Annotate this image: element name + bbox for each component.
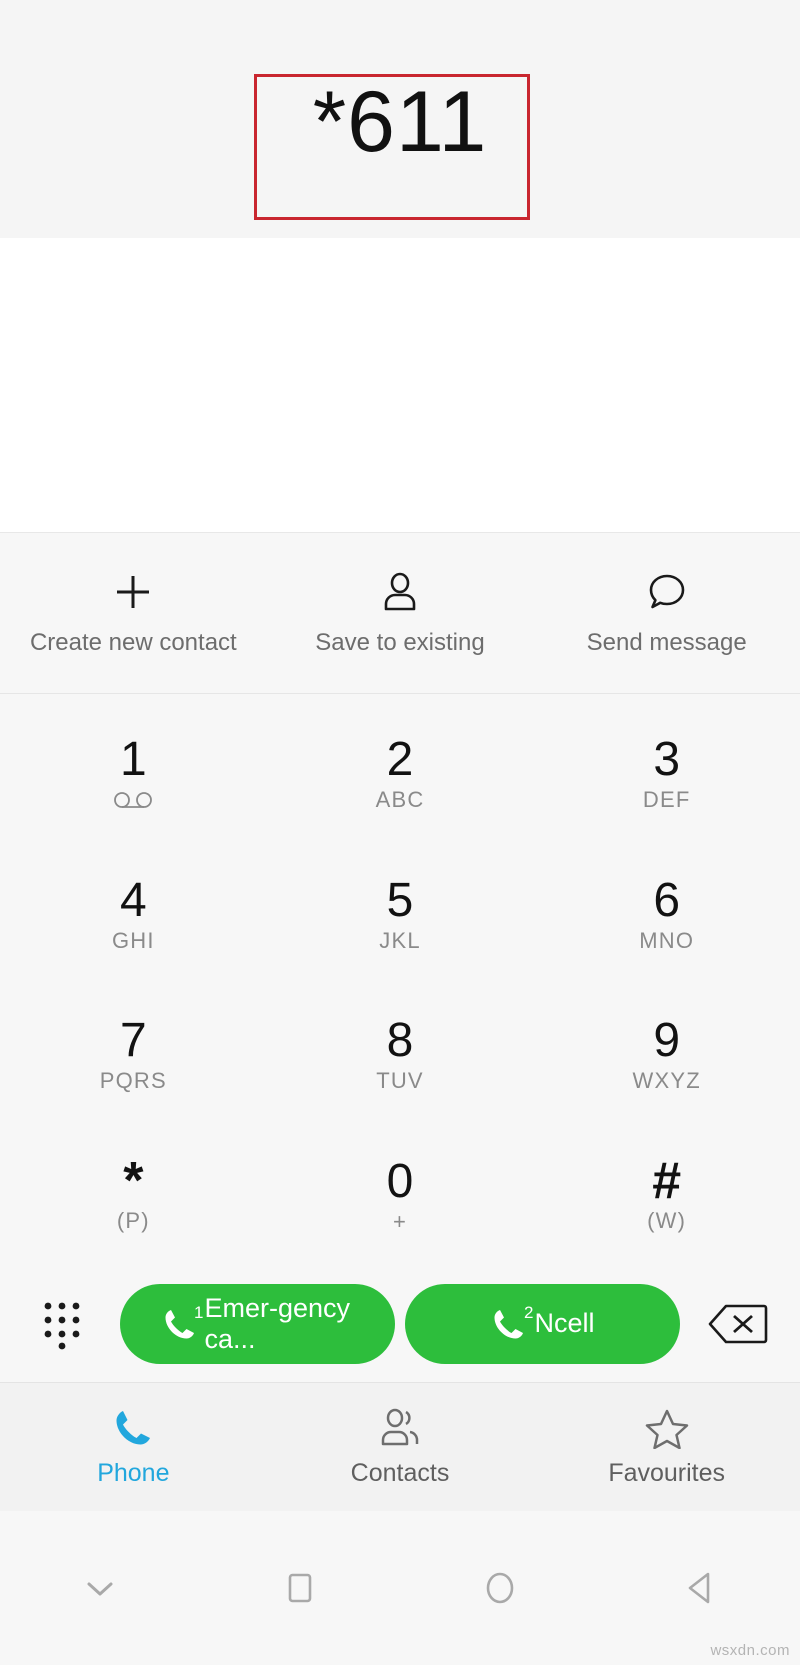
key-6[interactable]: 6 MNO bbox=[533, 845, 800, 986]
dialpad-keys: 1 2 ABC 3 DEF 4 GHI 5 JKL 6 MNO 7 PQRS 8… bbox=[0, 694, 800, 1266]
sim-badge-1: 1 bbox=[194, 1303, 204, 1322]
key-9-digit: 9 bbox=[653, 1014, 681, 1068]
key-2-letters: ABC bbox=[375, 787, 425, 813]
key-6-letters: MNO bbox=[639, 927, 695, 953]
dialed-number: *611 bbox=[312, 74, 488, 170]
key-2[interactable]: 2 ABC bbox=[267, 704, 534, 845]
phone-handset-icon bbox=[112, 1407, 154, 1449]
key-7-letters: PQRS bbox=[99, 1068, 167, 1094]
key-2-digit: 2 bbox=[386, 733, 414, 787]
phone-handset-icon: 2 bbox=[490, 1303, 533, 1343]
android-navigation-bar: wsxdn.com bbox=[0, 1511, 800, 1665]
key-hash-digit: # bbox=[652, 1152, 682, 1211]
tab-contacts[interactable]: Contacts bbox=[267, 1407, 534, 1488]
key-8[interactable]: 8 TUV bbox=[267, 985, 534, 1126]
key-7-digit: 7 bbox=[119, 1014, 147, 1068]
send-message-label: Send message bbox=[586, 629, 747, 656]
create-new-contact-button[interactable]: Create new contact bbox=[0, 569, 267, 657]
key-1-digit: 1 bbox=[119, 733, 147, 787]
key-9[interactable]: 9 WXYZ bbox=[533, 985, 800, 1126]
key-3-letters: DEF bbox=[642, 787, 691, 813]
create-new-contact-label: Create new contact bbox=[29, 629, 237, 656]
key-star[interactable]: * (P) bbox=[0, 1126, 267, 1267]
star-icon bbox=[645, 1407, 689, 1449]
key-4-letters: GHI bbox=[111, 927, 155, 953]
call-button-sim2-label: Ncell bbox=[534, 1308, 595, 1339]
tab-favourites-label: Favourites bbox=[608, 1458, 726, 1487]
call-button-sim1[interactable]: 1 Emer-gency ca... bbox=[120, 1284, 395, 1364]
call-buttons-row: 1 Emer-gency ca... 2 Ncell bbox=[0, 1266, 800, 1382]
key-5-digit: 5 bbox=[386, 873, 414, 927]
triangle-back-icon[interactable] bbox=[600, 1566, 800, 1610]
message-bubble-icon bbox=[644, 569, 690, 615]
backspace-icon[interactable] bbox=[690, 1266, 786, 1382]
sim-badge-2: 2 bbox=[524, 1303, 534, 1322]
key-0[interactable]: 0 + bbox=[267, 1126, 534, 1267]
key-star-digit: * bbox=[123, 1152, 144, 1211]
key-5-letters: JKL bbox=[379, 927, 421, 953]
key-3[interactable]: 3 DEF bbox=[533, 704, 800, 845]
key-8-digit: 8 bbox=[386, 1014, 414, 1068]
keypad-row: 4 GHI 5 JKL 6 MNO bbox=[0, 845, 800, 986]
tab-favourites[interactable]: Favourites bbox=[533, 1407, 800, 1488]
key-star-sub: (P) bbox=[116, 1208, 150, 1234]
keypad-row: 7 PQRS 8 TUV 9 WXYZ bbox=[0, 985, 800, 1126]
chevron-down-icon[interactable] bbox=[0, 1566, 200, 1610]
save-to-existing-label: Save to existing bbox=[315, 629, 485, 656]
save-to-existing-button[interactable]: Save to existing bbox=[267, 569, 534, 657]
phone-dialer-screen: *611 Create new contact Save to existing bbox=[0, 0, 800, 1665]
key-4[interactable]: 4 GHI bbox=[0, 845, 267, 986]
keypad-row: * (P) 0 + # (W) bbox=[0, 1126, 800, 1267]
phone-handset-icon: 1 bbox=[161, 1303, 204, 1343]
square-recents-icon[interactable] bbox=[200, 1566, 400, 1610]
tab-contacts-label: Contacts bbox=[350, 1458, 450, 1487]
quick-actions-row: Create new contact Save to existing Send… bbox=[0, 533, 800, 694]
call-button-sim2[interactable]: 2 Ncell bbox=[405, 1284, 680, 1364]
key-3-digit: 3 bbox=[653, 733, 681, 787]
key-hash[interactable]: # (W) bbox=[533, 1126, 800, 1267]
key-9-letters: WXYZ bbox=[632, 1068, 701, 1094]
tab-phone[interactable]: Phone bbox=[0, 1407, 267, 1488]
dialpad-dots-icon[interactable] bbox=[14, 1266, 110, 1382]
send-message-button[interactable]: Send message bbox=[533, 569, 800, 657]
key-hash-sub: (W) bbox=[647, 1208, 687, 1234]
number-display-area[interactable]: *611 bbox=[0, 0, 800, 238]
call-button-sim1-label: Emer-gency ca... bbox=[204, 1292, 351, 1354]
key-0-sub: + bbox=[392, 1208, 408, 1234]
key-1[interactable]: 1 bbox=[0, 704, 267, 845]
keypad-row: 1 2 ABC 3 DEF bbox=[0, 704, 800, 845]
contacts-people-icon bbox=[378, 1407, 422, 1449]
voicemail-icon bbox=[113, 787, 153, 813]
key-4-digit: 4 bbox=[119, 873, 147, 927]
bottom-tab-bar: Phone Contacts Favourites bbox=[0, 1382, 800, 1511]
plus-icon bbox=[111, 569, 155, 615]
watermark: wsxdn.com bbox=[710, 1642, 790, 1659]
circle-home-icon[interactable] bbox=[400, 1566, 600, 1610]
call-log-empty-area bbox=[0, 238, 800, 533]
key-5[interactable]: 5 JKL bbox=[267, 845, 534, 986]
key-6-digit: 6 bbox=[653, 873, 681, 927]
key-8-letters: TUV bbox=[376, 1068, 424, 1094]
tab-phone-label: Phone bbox=[97, 1458, 170, 1487]
person-icon bbox=[378, 569, 422, 615]
key-7[interactable]: 7 PQRS bbox=[0, 985, 267, 1126]
key-0-digit: 0 bbox=[386, 1154, 414, 1208]
